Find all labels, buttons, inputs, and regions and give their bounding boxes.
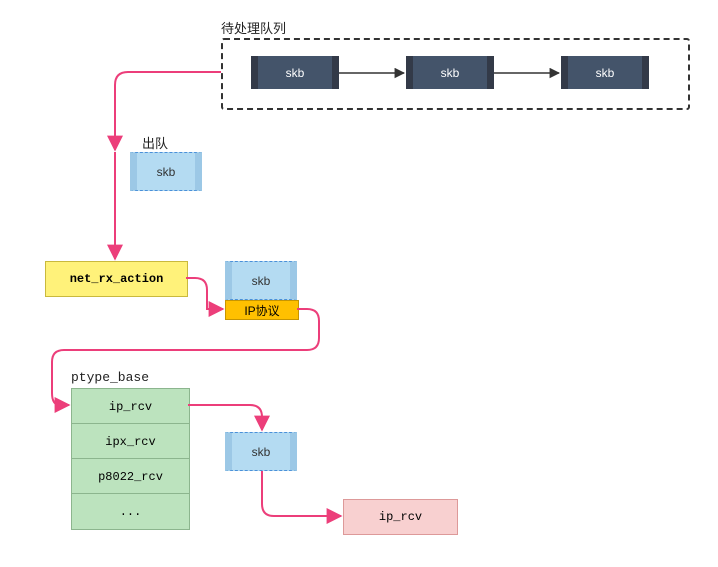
proto-skb: skb <box>225 261 297 300</box>
dequeue-skb: skb <box>130 152 202 191</box>
queue-title: 待处理队列 <box>221 18 286 37</box>
ptype-row-ipx-rcv: ipx_rcv <box>71 423 190 460</box>
dequeue-label: 出队 <box>142 133 168 152</box>
ptype-row-p8022-rcv: p8022_rcv <box>71 458 190 495</box>
ptype-row-more: ... <box>71 493 190 530</box>
ip-rcv-target: ip_rcv <box>343 499 458 535</box>
queue-skb-1: skb <box>251 56 339 89</box>
queue-skb-2: skb <box>406 56 494 89</box>
ip-protocol-label: IP协议 <box>225 300 299 320</box>
ptype-base-title: ptype_base <box>71 370 149 385</box>
queue-skb-3: skb <box>561 56 649 89</box>
net-rx-action: net_rx_action <box>45 261 188 297</box>
flow-skb: skb <box>225 432 297 471</box>
ptype-row-ip-rcv: ip_rcv <box>71 388 190 425</box>
